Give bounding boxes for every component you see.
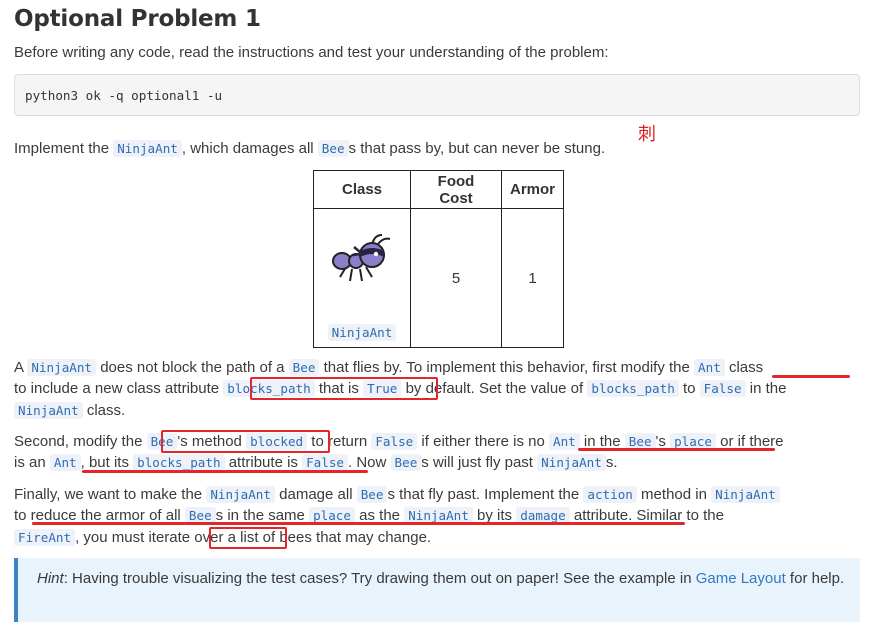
inline-code: NinjaAnt bbox=[113, 140, 182, 157]
text-span: s that fly past. Implement the bbox=[387, 486, 584, 503]
table-header-row: Class Food Cost Armor bbox=[313, 170, 565, 209]
text-span: that flies by. To implement this behavio… bbox=[319, 359, 695, 376]
text-span: to bbox=[678, 380, 700, 397]
text-span: , but its bbox=[80, 454, 134, 471]
game-layout-link[interactable]: Game Layout bbox=[696, 570, 786, 587]
inline-code: Bee bbox=[317, 140, 349, 157]
command-text[interactable]: python3 ok -q optional1 -u bbox=[25, 88, 222, 103]
text-span: . Now bbox=[348, 454, 391, 471]
annotation-box bbox=[209, 527, 287, 549]
inline-code: False bbox=[699, 380, 746, 397]
para1-line3: NinjaAnt class. bbox=[14, 400, 125, 422]
text-span: s will just fly past bbox=[421, 454, 538, 471]
text-span: s. bbox=[605, 454, 618, 471]
hint-box: Hint: Having trouble visualizing the tes… bbox=[14, 558, 860, 622]
table-cell-food-cost: 5 bbox=[410, 208, 502, 348]
inline-code: Bee bbox=[390, 454, 422, 471]
annotation-underline bbox=[578, 448, 775, 451]
inline-code: False bbox=[302, 454, 349, 471]
inline-code: Ant bbox=[49, 454, 81, 471]
para3-line1: Finally, we want to make the NinjaAnt da… bbox=[14, 484, 780, 506]
inline-code: blocks_path bbox=[133, 454, 225, 471]
text-span: Implement the bbox=[14, 140, 114, 157]
table-header-armor: Armor bbox=[500, 170, 565, 209]
hint-after: for help. bbox=[785, 570, 845, 587]
para1-line1: A NinjaAnt does not block the path of a … bbox=[14, 357, 763, 379]
inline-code: NinjaAnt bbox=[14, 402, 83, 419]
inline-code: NinjaAnt bbox=[711, 486, 780, 503]
inline-code: Ant bbox=[694, 359, 725, 376]
text-span: s that pass by, but can never be stung. bbox=[348, 140, 606, 157]
inline-code: NinjaAnt bbox=[327, 324, 397, 341]
annotation-box bbox=[161, 430, 330, 453]
text-span: to include a new class attribute bbox=[14, 380, 224, 397]
text-span: is an bbox=[14, 454, 50, 471]
handwritten-annotation: 刺 bbox=[638, 124, 656, 145]
text-span: , which damages all bbox=[181, 140, 318, 157]
ninja-ant-icon bbox=[332, 234, 391, 282]
inline-code: NinjaAnt bbox=[27, 359, 97, 376]
text-span: Finally, we want to make the bbox=[14, 486, 207, 503]
text-span: A bbox=[14, 359, 28, 376]
inline-code: blocks_path bbox=[587, 380, 679, 397]
inline-code: NinjaAnt bbox=[206, 486, 275, 503]
text-span: class. bbox=[82, 402, 126, 419]
text-span: method in bbox=[636, 486, 712, 503]
command-block[interactable]: python3 ok -q optional1 -u bbox=[14, 74, 860, 116]
annotation-underline bbox=[32, 522, 685, 525]
inline-code: Bee bbox=[288, 359, 320, 376]
table-cell-armor: 1 bbox=[500, 208, 565, 348]
inline-code: False bbox=[371, 433, 418, 450]
text-span: if either there is no bbox=[417, 433, 549, 450]
page-title: Optional Problem 1 bbox=[14, 6, 261, 32]
hint-label: Hint bbox=[37, 570, 64, 587]
text-span: does not block the path of a bbox=[96, 359, 289, 376]
ant-table: Class Food Cost Armor NinjaAnt 5 1 bbox=[313, 170, 565, 348]
text-span: class bbox=[724, 359, 764, 376]
hint-text: : Having trouble visualizing the test ca… bbox=[63, 570, 696, 587]
inline-code: FireAnt bbox=[14, 529, 76, 546]
inline-code: Bee bbox=[356, 486, 388, 503]
table-cell-class: NinjaAnt bbox=[313, 208, 411, 348]
annotation-underline bbox=[82, 470, 368, 473]
table-header-class: Class bbox=[313, 170, 411, 209]
text-span: attribute is bbox=[224, 454, 303, 471]
ant-class-label: NinjaAnt bbox=[314, 324, 410, 341]
text-span: Second, modify the bbox=[14, 433, 147, 450]
table-header-food-cost: Food Cost bbox=[410, 170, 502, 209]
text-span: damage all bbox=[274, 486, 357, 503]
annotation-box bbox=[250, 377, 438, 400]
text-span: in the bbox=[745, 380, 787, 397]
inline-code: Ant bbox=[549, 433, 580, 450]
implement-text: Implement the NinjaAnt, which damages al… bbox=[14, 138, 605, 160]
inline-code: NinjaAnt bbox=[537, 454, 606, 471]
table-row: NinjaAnt 5 1 bbox=[313, 208, 565, 348]
intro-text: Before writing any code, read the instru… bbox=[14, 44, 609, 61]
inline-code: action bbox=[583, 486, 637, 503]
annotation-underline bbox=[772, 375, 850, 378]
